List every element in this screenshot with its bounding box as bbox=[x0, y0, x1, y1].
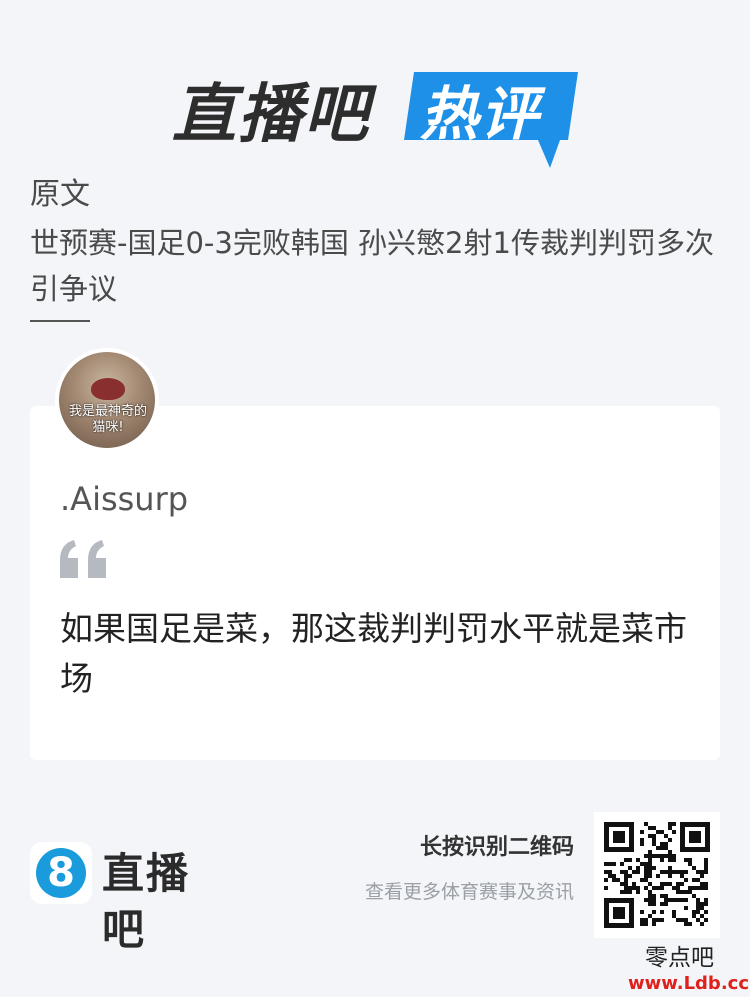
footer-logo: 8 直播吧 bbox=[30, 842, 230, 954]
original-label: 原文 bbox=[30, 177, 90, 212]
comment-username[interactable]: .Aissurp bbox=[60, 478, 188, 520]
hot-comment-badge: 热评 bbox=[400, 70, 580, 168]
quote-icon bbox=[58, 538, 110, 580]
avatar[interactable]: 我是最神奇的猫咪! bbox=[55, 348, 159, 452]
footer-brand-name: 直播吧 bbox=[102, 849, 191, 954]
header-logo: 直播吧 热评 bbox=[172, 70, 582, 170]
qr-code[interactable] bbox=[594, 812, 720, 938]
watermark-url[interactable]: www.Ldb.cc bbox=[628, 972, 749, 996]
brand-logo-text: 直播吧 bbox=[172, 78, 370, 152]
divider bbox=[30, 320, 90, 322]
hot-comment-badge-text: 热评 bbox=[420, 80, 541, 148]
avatar-caption: 我是最神奇的猫咪! bbox=[68, 404, 147, 435]
scan-qr-subtitle: 查看更多体育赛事及资讯 bbox=[364, 881, 574, 903]
comment-text: 如果国足是菜，那这裁判判罚水平就是菜市场 bbox=[60, 609, 687, 698]
comment-card bbox=[30, 406, 720, 760]
app-badge-number: 8 bbox=[47, 850, 75, 896]
avatar-face bbox=[91, 378, 125, 400]
watermark-name: 零点吧 bbox=[645, 945, 714, 971]
scan-qr-label: 长按识别二维码 bbox=[419, 835, 574, 860]
app-badge-icon: 8 bbox=[30, 842, 92, 904]
original-article-title[interactable]: 世预赛-国足0-3完败韩国 孙兴慜2射1传裁判判罚多次引争议 bbox=[30, 220, 730, 312]
